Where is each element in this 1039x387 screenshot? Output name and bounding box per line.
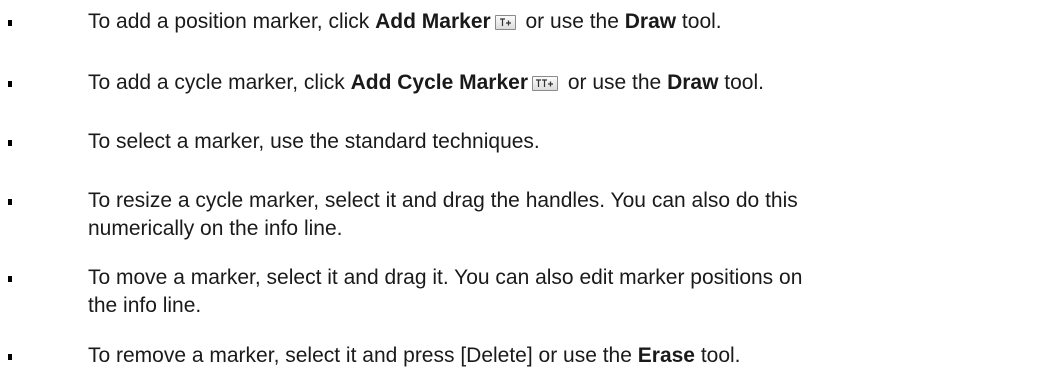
draw-tool-label: Draw: [667, 71, 719, 94]
list-item-text: To remove a marker, select it and press …: [88, 344, 741, 367]
add-marker-icon: [494, 15, 516, 30]
add-cycle-marker-label: Add Cycle Marker: [350, 71, 528, 94]
erase-tool-label: Erase: [637, 344, 695, 367]
add-marker-label: Add Marker: [375, 10, 491, 33]
bullet: [8, 276, 12, 282]
list-item-text: To move a marker, select it and drag it.…: [88, 266, 803, 317]
list-item-text: To add a position marker, click Add Mark…: [88, 10, 722, 33]
bullet: [8, 81, 12, 87]
list-item-text: To resize a cycle marker, select it and …: [88, 189, 798, 240]
bullet: [8, 140, 12, 146]
add-cycle-marker-icon: [532, 76, 558, 91]
draw-tool-label: Draw: [624, 10, 677, 33]
bullet: [8, 199, 12, 205]
list-item-text: To add a cycle marker, click Add Cycle M…: [88, 71, 764, 94]
bullet: [8, 354, 12, 360]
list-item-text: To select a marker, use the standard tec…: [88, 130, 540, 153]
bullet: [8, 20, 12, 26]
